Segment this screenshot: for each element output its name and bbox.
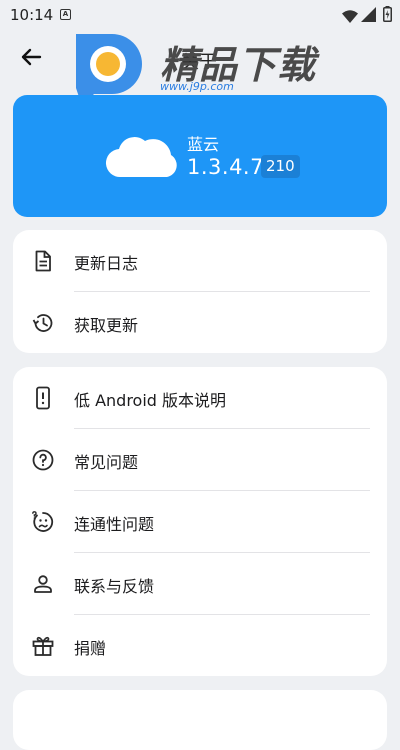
contact-label: 联系与反馈 <box>74 577 155 596</box>
get-update-label: 获取更新 <box>74 316 139 335</box>
page-title: 关于 <box>181 52 217 73</box>
phone-info-icon <box>31 386 55 410</box>
gift-icon <box>31 634 55 658</box>
connectivity-label: 连通性问题 <box>74 515 155 534</box>
get-update-item[interactable]: 获取更新 <box>13 292 387 354</box>
history-icon <box>31 311 55 335</box>
build-badge: 210 <box>261 155 300 178</box>
app-name: 蓝云 <box>187 135 220 154</box>
person-icon <box>31 572 55 596</box>
wifi-icon <box>342 8 358 27</box>
changelog-label: 更新日志 <box>74 254 139 273</box>
battery-icon <box>383 6 392 26</box>
arrow-left-icon <box>19 45 43 73</box>
help-circle-icon <box>31 448 55 472</box>
a-icon: A <box>60 9 71 20</box>
menu-card-updates: 更新日志 获取更新 <box>13 230 387 353</box>
cloud-icon <box>103 131 181 183</box>
low-android-item[interactable]: 低 Android 版本说明 <box>13 367 387 429</box>
low-android-label: 低 Android 版本说明 <box>74 391 227 410</box>
faq-label: 常见问题 <box>74 453 139 472</box>
app-bar: 关于 <box>0 36 400 82</box>
donate-label: 捐赠 <box>74 639 107 658</box>
app-version: 1.3.4.7 <box>187 155 264 179</box>
menu-card-more <box>13 690 387 750</box>
back-button[interactable] <box>14 42 48 76</box>
connectivity-item[interactable]: 连通性问题 <box>13 491 387 553</box>
contact-item[interactable]: 联系与反馈 <box>13 553 387 615</box>
signal-icon <box>361 7 376 26</box>
app-info-card: 蓝云 1.3.4.7 210 <box>13 95 387 217</box>
status-time: 10:14 <box>10 6 54 24</box>
menu-card-help: 低 Android 版本说明 常见问题 连通性问题 联系与反馈 捐赠 <box>13 367 387 676</box>
donate-item[interactable]: 捐赠 <box>13 615 387 677</box>
faq-item[interactable]: 常见问题 <box>13 429 387 491</box>
changelog-item[interactable]: 更新日志 <box>13 230 387 292</box>
document-icon <box>31 249 55 273</box>
confused-face-icon <box>31 510 55 534</box>
status-bar: 10:14 A <box>0 0 400 30</box>
